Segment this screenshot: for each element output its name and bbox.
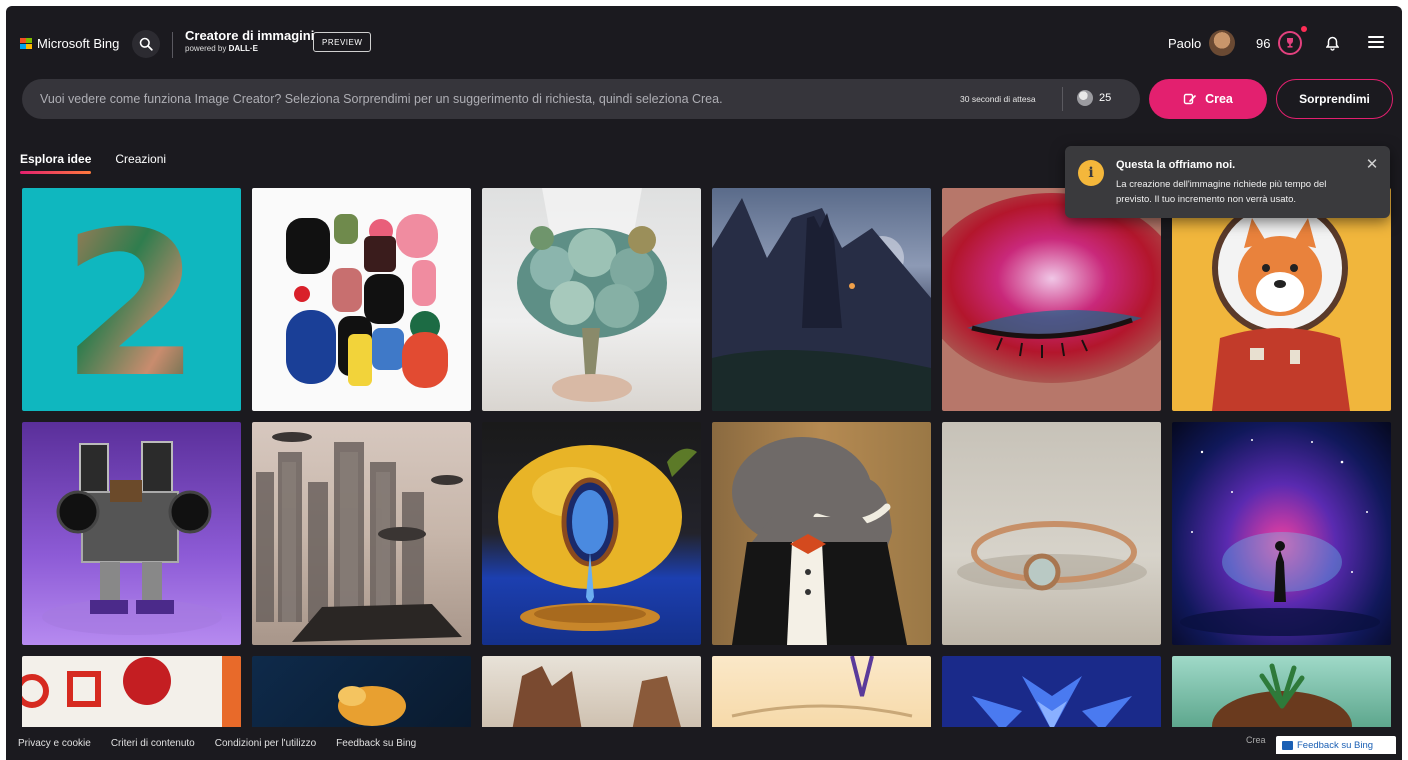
gallery-image[interactable] [22, 656, 241, 731]
feedback-button-label: Feedback su Bing [1297, 739, 1374, 751]
gallery-image[interactable] [712, 188, 931, 411]
page-title-block: Creatore di immagini powered by DALL·E [185, 28, 314, 55]
microsoft-bing-logo[interactable]: Microsoft Bing [20, 36, 119, 51]
menu-line-icon [1368, 41, 1384, 43]
microsoft-logo-icon [20, 37, 32, 50]
info-toast: i Questa la offriamo noi. La creazione d… [1065, 146, 1390, 218]
trophy-icon [1287, 38, 1293, 48]
gallery-image[interactable] [22, 422, 241, 645]
gallery-image[interactable] [712, 656, 931, 731]
surprise-me-button[interactable]: Sorprendimi [1276, 79, 1393, 119]
prompt-bar: 30 secondi di attesa 25 [22, 79, 1140, 119]
image-grid: 2 [22, 188, 1391, 731]
gallery-image[interactable] [1172, 422, 1391, 645]
notifications-button[interactable] [1324, 34, 1340, 52]
tab-bar: Esplora idee Creazioni [20, 152, 166, 174]
notification-dot [1301, 26, 1307, 32]
search-button[interactable] [132, 30, 160, 58]
page-subtitle: powered by DALL·E [185, 43, 314, 55]
wait-time-label: 30 secondi di attesa [960, 94, 1036, 104]
menu-line-icon [1368, 36, 1384, 38]
gallery-image[interactable] [1172, 656, 1391, 731]
footer-right-text[interactable]: Crea [1246, 735, 1266, 745]
rewards-trophy-icon[interactable] [1278, 31, 1302, 55]
menu-button[interactable] [1368, 36, 1384, 48]
footer-link-content-policy[interactable]: Criteri di contenuto [111, 738, 195, 749]
chat-bubble-icon [1282, 740, 1293, 750]
gallery-image[interactable] [942, 656, 1161, 731]
gallery-image[interactable] [482, 656, 701, 731]
preview-badge: PREVIEW [313, 32, 372, 52]
tab-explore-ideas[interactable]: Esplora idee [20, 152, 92, 174]
gallery-image[interactable] [1172, 188, 1391, 411]
footer: Privacy e cookie Criteri di contenuto Co… [6, 727, 1402, 760]
gallery-image[interactable] [252, 422, 471, 645]
gallery-image[interactable] [252, 656, 471, 731]
subtitle-prefix: powered by [185, 44, 227, 53]
app-window: Microsoft Bing Creatore di immagini powe… [6, 6, 1402, 760]
page-title: Creatore di immagini [185, 28, 315, 43]
gallery-image[interactable] [712, 422, 931, 645]
prompt-divider [1062, 87, 1063, 111]
gallery-image[interactable]: 2 [22, 188, 241, 411]
info-icon: i [1078, 160, 1104, 186]
footer-link-terms[interactable]: Condizioni per l'utilizzo [215, 738, 316, 749]
boost-counter[interactable]: 25 [1077, 90, 1111, 106]
rewards-points[interactable]: 96 [1256, 36, 1270, 51]
boost-coin-icon [1077, 90, 1093, 106]
create-brush-icon [1183, 93, 1196, 105]
toast-title: Questa la offriamo noi. [1116, 159, 1236, 171]
subtitle-brand: DALL·E [228, 44, 258, 53]
gallery-image[interactable] [482, 188, 701, 411]
gallery-image[interactable] [942, 422, 1161, 645]
footer-link-privacy[interactable]: Privacy e cookie [18, 738, 91, 749]
gallery-image[interactable] [252, 188, 471, 411]
close-icon[interactable]: ✕ [1364, 156, 1380, 173]
header-divider [172, 32, 173, 58]
create-button-label: Crea [1205, 92, 1233, 106]
tab-creations[interactable]: Creazioni [115, 152, 166, 174]
footer-link-feedback[interactable]: Feedback su Bing [336, 738, 416, 749]
user-name[interactable]: Paolo [1168, 36, 1201, 51]
boost-count: 25 [1099, 92, 1112, 104]
avatar[interactable] [1209, 30, 1235, 56]
feedback-button[interactable]: Feedback su Bing [1276, 736, 1396, 754]
svg-text:2: 2 [61, 189, 200, 411]
create-button[interactable]: Crea [1149, 79, 1267, 119]
toast-body: La creazione dell'immagine richiede più … [1116, 179, 1327, 205]
gallery-image[interactable] [942, 188, 1161, 411]
gallery-image[interactable] [482, 422, 701, 645]
menu-line-icon [1368, 46, 1384, 48]
prompt-input[interactable] [40, 79, 940, 119]
bell-icon [1325, 36, 1339, 51]
search-icon [139, 37, 153, 51]
brand-label: Microsoft Bing [37, 36, 120, 51]
